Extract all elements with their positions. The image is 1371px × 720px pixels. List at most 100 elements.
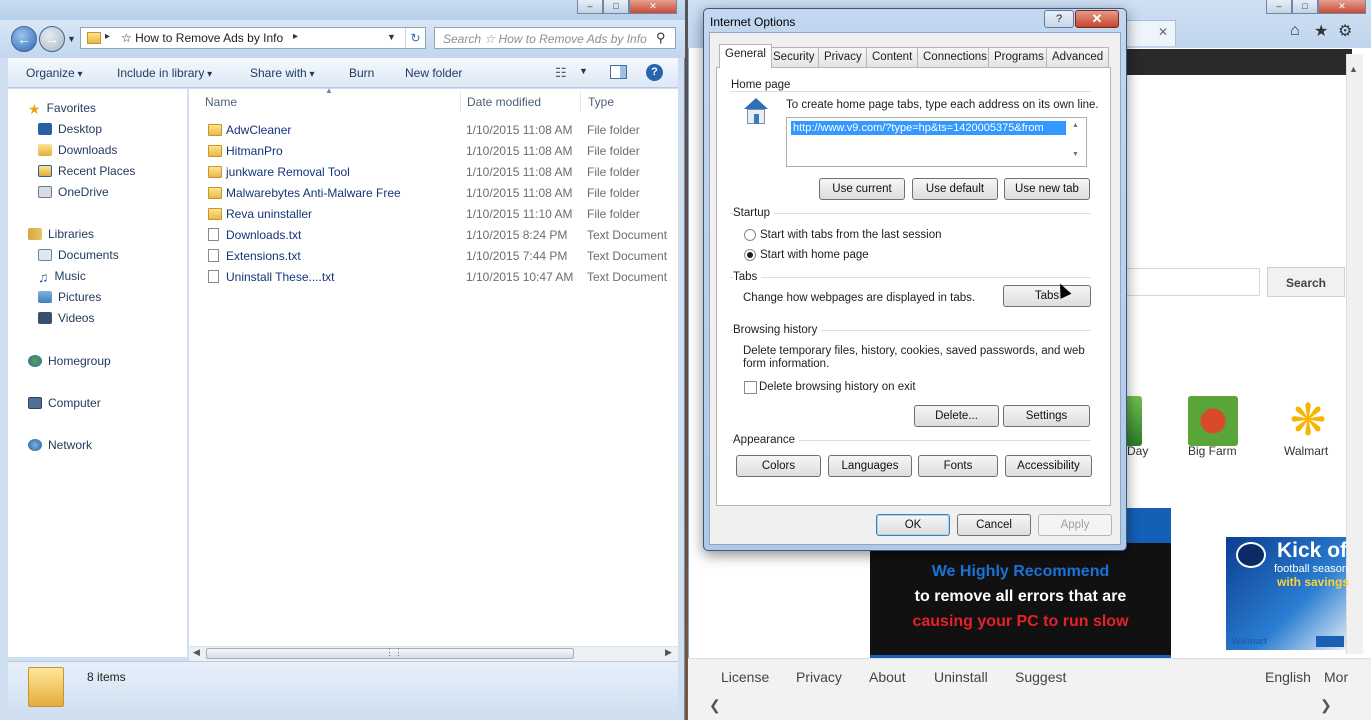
footer-link-uninstall[interactable]: Uninstall: [934, 669, 988, 685]
scroll-left-icon[interactable]: ◀: [193, 647, 200, 658]
close-tab-icon[interactable]: ✕: [1158, 25, 1168, 39]
recent-pages-chevron-icon[interactable]: ▼: [67, 34, 76, 44]
view-options-icon[interactable]: ☷: [555, 65, 567, 81]
tab-advanced[interactable]: Advanced: [1046, 47, 1110, 67]
textarea-scroll-up-icon[interactable]: ▲: [1072, 122, 1079, 129]
share-with-menu[interactable]: Share with: [250, 66, 315, 80]
scroll-up-icon[interactable]: ▲: [1349, 64, 1358, 74]
column-divider[interactable]: [460, 92, 461, 112]
preview-pane-icon[interactable]: [610, 65, 627, 79]
new-folder-button[interactable]: New folder: [405, 66, 462, 80]
help-icon[interactable]: ?: [646, 64, 663, 81]
dialog-close-button[interactable]: ✕: [1075, 10, 1119, 28]
maximize-button[interactable]: □: [603, 0, 629, 14]
nav-desktop[interactable]: Desktop: [38, 119, 102, 139]
back-arrow-icon[interactable]: ←: [11, 26, 37, 52]
breadcrumb-chevron-icon[interactable]: ▸: [293, 31, 298, 42]
search-icon[interactable]: ⚲: [656, 30, 666, 46]
nav-downloads[interactable]: Downloads: [38, 140, 117, 160]
nav-favorites[interactable]: ★ Favorites: [28, 98, 96, 118]
refresh-icon[interactable]: ↻: [405, 28, 425, 48]
file-row[interactable]: HitmanPro 1/10/2015 11:08 AM File folder: [189, 141, 678, 162]
burn-button[interactable]: Burn: [349, 66, 374, 80]
include-in-library-menu[interactable]: Include in library: [117, 66, 212, 80]
scroll-right-icon[interactable]: ▶: [665, 647, 672, 658]
footer-more-link[interactable]: Mor: [1324, 669, 1348, 685]
browser-vertical-scrollbar[interactable]: [1346, 54, 1363, 654]
history-settings-button[interactable]: Settings: [1003, 405, 1090, 427]
scroll-left-arrow-icon[interactable]: ❮: [709, 697, 721, 714]
use-default-button[interactable]: Use default: [912, 178, 998, 200]
tab-general[interactable]: General: [719, 44, 772, 68]
tile-label[interactable]: Big Farm: [1188, 444, 1237, 458]
fonts-button[interactable]: Fonts: [918, 455, 998, 477]
address-dropdown-icon[interactable]: ▼: [387, 32, 396, 42]
nav-documents[interactable]: Documents: [38, 245, 119, 265]
column-divider[interactable]: [580, 92, 581, 112]
organize-menu[interactable]: Organize: [26, 66, 83, 80]
file-row[interactable]: junkware Removal Tool 1/10/2015 11:08 AM F…: [189, 162, 678, 183]
dialog-help-button[interactable]: ?: [1044, 10, 1074, 28]
browser-minimize-button[interactable]: –: [1266, 0, 1292, 14]
nav-homegroup[interactable]: Homegroup: [28, 351, 111, 371]
home-icon[interactable]: ⌂: [1290, 22, 1300, 40]
browser-maximize-button[interactable]: □: [1292, 0, 1318, 14]
file-row[interactable]: Downloads.txt 1/10/2015 8:24 PM Text Docum…: [189, 225, 678, 246]
nav-videos[interactable]: Videos: [38, 308, 94, 328]
tab-content[interactable]: Content: [866, 47, 919, 67]
radio-home-page-label[interactable]: Start with home page: [760, 249, 869, 261]
favorites-star-icon[interactable]: ★: [1314, 21, 1328, 41]
minimize-button[interactable]: –: [577, 0, 603, 14]
delete-on-exit-checkbox[interactable]: [744, 381, 757, 394]
tab-connections[interactable]: Connections: [917, 47, 993, 67]
breadcrumb-chevron-icon[interactable]: ▸: [105, 31, 110, 42]
delete-history-button[interactable]: Delete...: [914, 405, 999, 427]
breadcrumb-current[interactable]: ☆ How to Remove Ads by Info: [121, 31, 283, 45]
forward-arrow-icon[interactable]: →: [39, 26, 65, 52]
shop-now-button[interactable]: [1316, 636, 1344, 647]
tile-label[interactable]: Walmart: [1284, 444, 1328, 458]
footer-link-about[interactable]: About: [869, 669, 906, 685]
nav-onedrive[interactable]: OneDrive: [38, 182, 109, 202]
explorer-search-input[interactable]: Search ☆ How to Remove Ads by Info: [434, 27, 676, 49]
nav-network[interactable]: Network: [28, 435, 92, 455]
use-new-tab-button[interactable]: Use new tab: [1004, 178, 1090, 200]
ok-button[interactable]: OK: [876, 514, 950, 536]
radio-home-page[interactable]: [744, 249, 756, 261]
nav-recent-places[interactable]: Recent Places: [38, 161, 135, 181]
web-search-button[interactable]: Search: [1267, 267, 1345, 297]
tabs-settings-button[interactable]: Tabs: [1003, 285, 1091, 307]
nav-pictures[interactable]: Pictures: [38, 287, 101, 307]
address-bar[interactable]: ▸ ☆ How to Remove Ads by Info ▸ ▼ ↻: [80, 27, 426, 49]
accessibility-button[interactable]: Accessibility: [1005, 455, 1092, 477]
column-header-type[interactable]: Type: [588, 95, 614, 109]
radio-last-session[interactable]: [744, 229, 756, 241]
tab-programs[interactable]: Programs: [988, 47, 1050, 67]
textarea-scroll-down-icon[interactable]: ▼: [1072, 151, 1079, 158]
nav-music[interactable]: ♫ Music: [38, 266, 86, 286]
apply-button[interactable]: Apply: [1038, 514, 1112, 536]
column-header-name[interactable]: Name: [205, 95, 237, 109]
column-header-date-modified[interactable]: Date modified: [467, 95, 541, 109]
delete-on-exit-label[interactable]: Delete browsing history on exit: [759, 381, 916, 393]
file-row[interactable]: Uninstall These....txt 1/10/2015 10:47 AM…: [189, 267, 678, 288]
use-current-button[interactable]: Use current: [819, 178, 905, 200]
cancel-button[interactable]: Cancel: [957, 514, 1031, 536]
language-selector[interactable]: English: [1265, 669, 1311, 685]
view-dropdown-icon[interactable]: ▼: [579, 66, 588, 76]
file-row[interactable]: Malwarebytes Anti-Malware Free 1/10/2015 …: [189, 183, 678, 204]
footer-link-privacy[interactable]: Privacy: [796, 669, 842, 685]
nav-computer[interactable]: Computer: [28, 393, 101, 413]
languages-button[interactable]: Languages: [828, 455, 912, 477]
big-farm-icon[interactable]: [1188, 396, 1238, 446]
walmart-icon[interactable]: ❋: [1283, 396, 1333, 446]
radio-last-session-label[interactable]: Start with tabs from the last session: [760, 229, 942, 241]
nav-libraries[interactable]: Libraries: [28, 224, 94, 244]
tab-security[interactable]: Security: [767, 47, 821, 67]
file-row[interactable]: Extensions.txt 1/10/2015 7:44 PM Text Docu…: [189, 246, 678, 267]
scroll-right-arrow-icon[interactable]: ❯: [1320, 697, 1332, 714]
colors-button[interactable]: Colors: [736, 455, 821, 477]
web-search-input[interactable]: [1124, 268, 1260, 296]
home-page-url[interactable]: http://www.v9.com/?type=hp&ts=1420005375…: [791, 121, 1066, 135]
footer-link-suggest[interactable]: Suggest: [1015, 669, 1066, 685]
